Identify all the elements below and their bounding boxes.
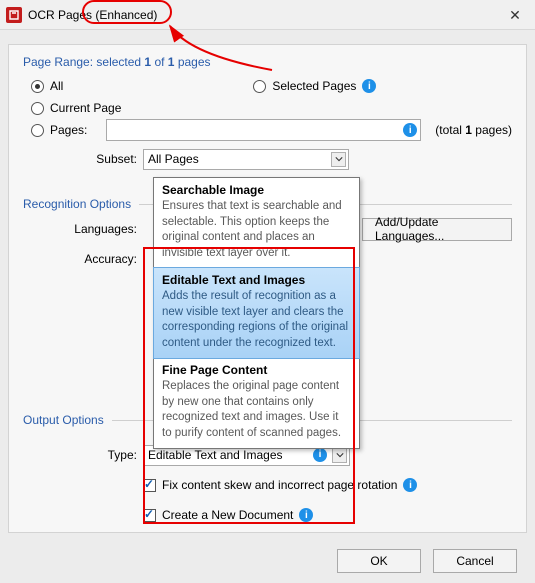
subset-combo[interactable]: All Pages: [143, 149, 349, 170]
radio-pages-row: Pages: i (total 1 pages): [31, 119, 512, 141]
popup-option-desc: Adds the result of recognition as a new …: [162, 289, 351, 351]
popup-option-editable-text-images[interactable]: Editable Text and Images Adds the result…: [153, 267, 360, 359]
info-icon[interactable]: i: [403, 478, 417, 492]
type-value: Editable Text and Images: [148, 448, 283, 462]
popup-option-title: Editable Text and Images: [162, 273, 351, 287]
radio-all-dot: [31, 80, 44, 93]
dialog-footer: OK Cancel: [0, 539, 535, 583]
info-icon[interactable]: i: [403, 123, 417, 137]
total-pages: (total 1 pages): [435, 123, 512, 137]
close-button[interactable]: ✕: [495, 0, 535, 30]
window-title: OCR Pages (Enhanced): [28, 8, 157, 22]
info-icon[interactable]: i: [313, 448, 327, 462]
fix-skew-row: Fix content skew and incorrect page rota…: [23, 473, 512, 497]
pages-input[interactable]: i: [106, 119, 421, 141]
radio-current-page-dot: [31, 102, 44, 115]
popup-option-title: Fine Page Content: [162, 363, 351, 377]
popup-option-desc: Replaces the original page content by ne…: [162, 379, 351, 441]
radio-selected-pages[interactable]: Selected Pages i: [253, 75, 376, 97]
radio-selected-pages-label: Selected Pages: [272, 79, 356, 93]
radio-pages-label: Pages:: [50, 123, 96, 137]
title-prefix: OCR Pages: [28, 8, 95, 22]
dialog-body: Page Range: selected 1 of 1 pages All Se…: [8, 44, 527, 533]
new-doc-checkbox[interactable]: [143, 509, 156, 522]
add-update-languages-button[interactable]: Add/Update Languages...: [362, 218, 512, 241]
radio-current-page[interactable]: Current Page: [31, 97, 512, 119]
fix-skew-label: Fix content skew and incorrect page rota…: [162, 478, 397, 492]
languages-label: Languages:: [23, 222, 143, 236]
type-dropdown-popup[interactable]: Searchable Image Ensures that text is se…: [153, 177, 360, 449]
page-range-header: Page Range: selected 1 of 1 pages: [23, 55, 512, 69]
chevron-down-icon: [331, 152, 346, 167]
radio-pages[interactable]: [31, 124, 44, 137]
title-enhanced: (Enhanced): [95, 8, 157, 22]
subset-value: All Pages: [148, 152, 199, 166]
radio-all[interactable]: All: [31, 75, 63, 97]
accuracy-label: Accuracy:: [23, 252, 143, 266]
radio-selected-pages-dot: [253, 80, 266, 93]
radio-current-page-label: Current Page: [50, 101, 121, 115]
app-icon: [6, 7, 22, 23]
subset-row: Subset: All Pages: [23, 147, 512, 171]
chevron-down-icon: [332, 448, 347, 463]
cancel-button[interactable]: Cancel: [433, 549, 517, 573]
popup-option-title: Searchable Image: [162, 183, 351, 197]
popup-option-fine-page-content[interactable]: Fine Page Content Replaces the original …: [154, 358, 359, 448]
info-icon[interactable]: i: [299, 508, 313, 522]
info-icon[interactable]: i: [362, 79, 376, 93]
type-label: Type:: [23, 448, 143, 462]
ok-button[interactable]: OK: [337, 549, 421, 573]
fix-skew-checkbox[interactable]: [143, 479, 156, 492]
new-doc-label: Create a New Document: [162, 508, 293, 522]
recognition-options-label: Recognition Options: [23, 197, 131, 211]
subset-label: Subset:: [23, 152, 143, 166]
popup-option-searchable-image[interactable]: Searchable Image Ensures that text is se…: [154, 178, 359, 268]
titlebar: OCR Pages (Enhanced) ✕: [0, 0, 535, 30]
output-options-label: Output Options: [23, 413, 104, 427]
popup-option-desc: Ensures that text is searchable and sele…: [162, 199, 351, 261]
new-doc-row: Create a New Document i: [23, 503, 512, 527]
radio-all-label: All: [50, 79, 63, 93]
